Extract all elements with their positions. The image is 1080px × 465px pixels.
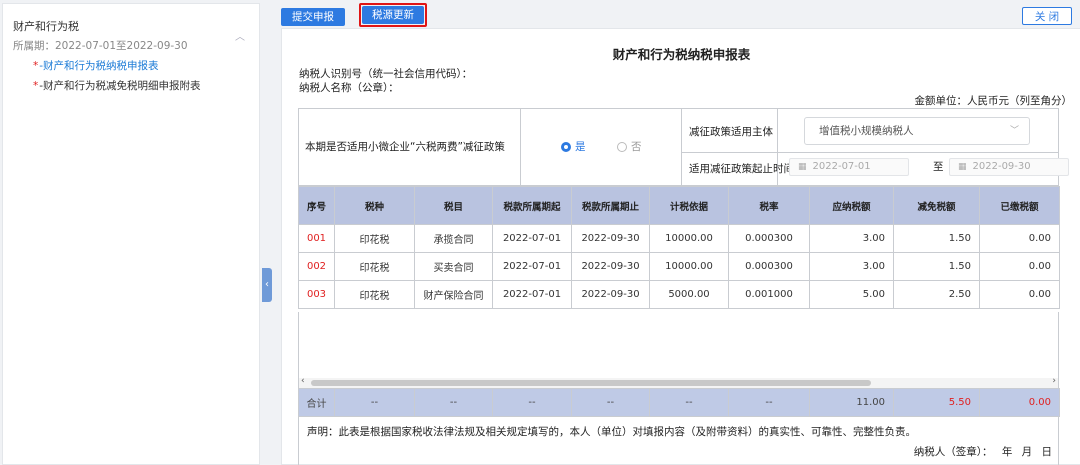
- col-header: 已缴税额: [979, 186, 1060, 225]
- col-header: 减免税额: [893, 186, 980, 225]
- cell-relief: 1.50: [893, 252, 980, 281]
- total-cell: --: [334, 388, 415, 417]
- cell-period-start: 2022-07-01: [492, 224, 572, 253]
- chevron-down-icon: ﹀: [1009, 126, 1019, 136]
- cell-relief: 1.50: [893, 224, 980, 253]
- total-cell: --: [571, 388, 650, 417]
- cell-rate: 0.000300: [728, 252, 810, 281]
- cell-tax-item: 财产保险合同: [414, 280, 493, 309]
- cell-tax-base: 10000.00: [649, 224, 729, 253]
- calendar-icon: ▦: [798, 162, 807, 172]
- col-header: 税种: [334, 186, 415, 225]
- col-header: 税款所属期起: [492, 186, 572, 225]
- radio-checked-icon: [561, 141, 571, 152]
- sidebar-title: 财产和行为税: [13, 20, 79, 33]
- cell-period-end: 2022-09-30: [571, 224, 650, 253]
- subject-select[interactable]: 增值税小规模纳税人 ﹀: [804, 117, 1030, 145]
- sidebar-item-main-form[interactable]: *-财产和行为税纳税申报表: [33, 58, 159, 73]
- date-from-field[interactable]: ▦ 2022-07-01: [789, 158, 909, 176]
- cell-payable: 3.00: [809, 224, 894, 253]
- sidebar: 财产和行为税 ︿ 所属期：2022-07-01至2022-09-30 *-财产和…: [2, 3, 260, 465]
- col-header: 税率: [728, 186, 810, 225]
- cell-tax-item: 承揽合同: [414, 224, 493, 253]
- cell-relief: 2.50: [893, 280, 980, 309]
- cell-tax-type: 印花税: [334, 224, 415, 253]
- policy-question: 本期是否适用小微企业“六税两费”减征政策: [305, 141, 505, 153]
- col-header: 税款所属期止: [571, 186, 650, 225]
- scrollbar-thumb[interactable]: [311, 380, 871, 386]
- col-header: 计税依据: [649, 186, 729, 225]
- cell-payable: 3.00: [809, 252, 894, 281]
- cell-rate: 0.001000: [728, 280, 810, 309]
- cell-tax-type: 印花税: [334, 252, 415, 281]
- total-cell: --: [414, 388, 493, 417]
- cell-paid: 0.00: [979, 252, 1060, 281]
- total-relief: 5.50: [893, 388, 980, 417]
- table-header-row: 序号 税种 税目 税款所属期起 税款所属期止 计税依据 税率 应纳税额 减免税额…: [298, 186, 1060, 225]
- total-table: 合计 -- -- -- -- -- -- 11.00 5.50 0.00: [298, 388, 1060, 417]
- table-row[interactable]: 003 印花税 财产保险合同 2022-07-01 2022-09-30 500…: [298, 280, 1060, 309]
- cell-tax-type: 印花税: [334, 280, 415, 309]
- policy-section: 本期是否适用小微企业“六税两费”减征政策 是 否 减征政策适用主体 增值税小规模…: [298, 108, 1069, 186]
- cell-paid: 0.00: [979, 280, 1060, 309]
- cell-payable: 5.00: [809, 280, 894, 309]
- period-label: 适用减征政策起止时间: [689, 163, 794, 175]
- chevron-up-icon[interactable]: ︿: [235, 28, 245, 43]
- taxpayer-id-label: 纳税人识别号（统一社会信用代码）：: [299, 68, 473, 80]
- table-row[interactable]: 002 印花税 买卖合同 2022-07-01 2022-09-30 10000…: [298, 252, 1060, 281]
- subject-label: 减征政策适用主体: [689, 126, 773, 138]
- sidebar-period: 所属期：2022-07-01至2022-09-30: [13, 40, 188, 52]
- tax-table: 序号 税种 税目 税款所属期起 税款所属期止 计税依据 税率 应纳税额 减免税额…: [298, 186, 1060, 309]
- cell-tax-base: 5000.00: [649, 280, 729, 309]
- close-button[interactable]: 关 闭: [1022, 7, 1072, 25]
- radio-yes[interactable]: 是: [561, 139, 586, 154]
- total-payable: 11.00: [809, 388, 894, 417]
- cell-seq: 001: [298, 224, 335, 253]
- declaration: 声明：此表是根据国家税收法律法规及相关规定填写的，本人（单位）对填报内容（及附带…: [298, 416, 1059, 465]
- declaration-sign: 纳税人（签章）： 年 月 日: [913, 446, 1052, 458]
- horizontal-scrollbar[interactable]: ‹ ›: [298, 376, 1059, 388]
- cell-paid: 0.00: [979, 224, 1060, 253]
- form-title: 财产和行为税纳税申报表: [612, 47, 751, 62]
- required-marker: *: [33, 80, 39, 92]
- amount-unit: 金额单位：人民币元（列至角分）: [914, 95, 1073, 107]
- cell-period-start: 2022-07-01: [492, 252, 572, 281]
- table-row[interactable]: 001 印花税 承揽合同 2022-07-01 2022-09-30 10000…: [298, 224, 1060, 253]
- to-label: 至: [933, 161, 944, 173]
- cell-period-start: 2022-07-01: [492, 280, 572, 309]
- total-cell: --: [728, 388, 810, 417]
- scroll-right-icon[interactable]: ›: [1052, 376, 1056, 386]
- declaration-form: 财产和行为税纳税申报表 纳税人识别号（统一社会信用代码）： 纳税人名称（公章）：…: [281, 28, 1080, 465]
- total-paid: 0.00: [979, 388, 1060, 417]
- table-empty-area: [298, 312, 1059, 378]
- calendar-icon: ▦: [958, 162, 967, 172]
- total-cell: --: [492, 388, 572, 417]
- sidebar-collapse-handle[interactable]: ‹: [262, 268, 272, 302]
- submit-button[interactable]: 提交申报: [281, 8, 345, 26]
- total-cell: --: [649, 388, 729, 417]
- radio-unchecked-icon: [617, 141, 627, 152]
- declaration-text: 声明：此表是根据国家税收法律法规及相关规定填写的，本人（单位）对填报内容（及附带…: [307, 426, 916, 438]
- scroll-left-icon[interactable]: ‹: [301, 376, 305, 386]
- cell-seq: 003: [298, 280, 335, 309]
- refresh-source-button[interactable]: 税源更新: [359, 3, 427, 27]
- cell-tax-item: 买卖合同: [414, 252, 493, 281]
- radio-no[interactable]: 否: [617, 139, 642, 154]
- cell-seq: 002: [298, 252, 335, 281]
- required-marker: *: [33, 60, 39, 72]
- cell-period-end: 2022-09-30: [571, 252, 650, 281]
- col-header: 税目: [414, 186, 493, 225]
- col-header: 序号: [298, 186, 335, 225]
- cell-period-end: 2022-09-30: [571, 280, 650, 309]
- taxpayer-name-label: 纳税人名称（公章）：: [299, 82, 399, 94]
- total-row: 合计 -- -- -- -- -- -- 11.00 5.50 0.00: [298, 388, 1060, 417]
- total-label: 合计: [298, 388, 335, 417]
- sidebar-item-relief-schedule[interactable]: *-财产和行为税减免税明细申报附表: [33, 78, 201, 93]
- cell-tax-base: 10000.00: [649, 252, 729, 281]
- col-header: 应纳税额: [809, 186, 894, 225]
- cell-rate: 0.000300: [728, 224, 810, 253]
- date-to-field[interactable]: ▦ 2022-09-30: [949, 158, 1069, 176]
